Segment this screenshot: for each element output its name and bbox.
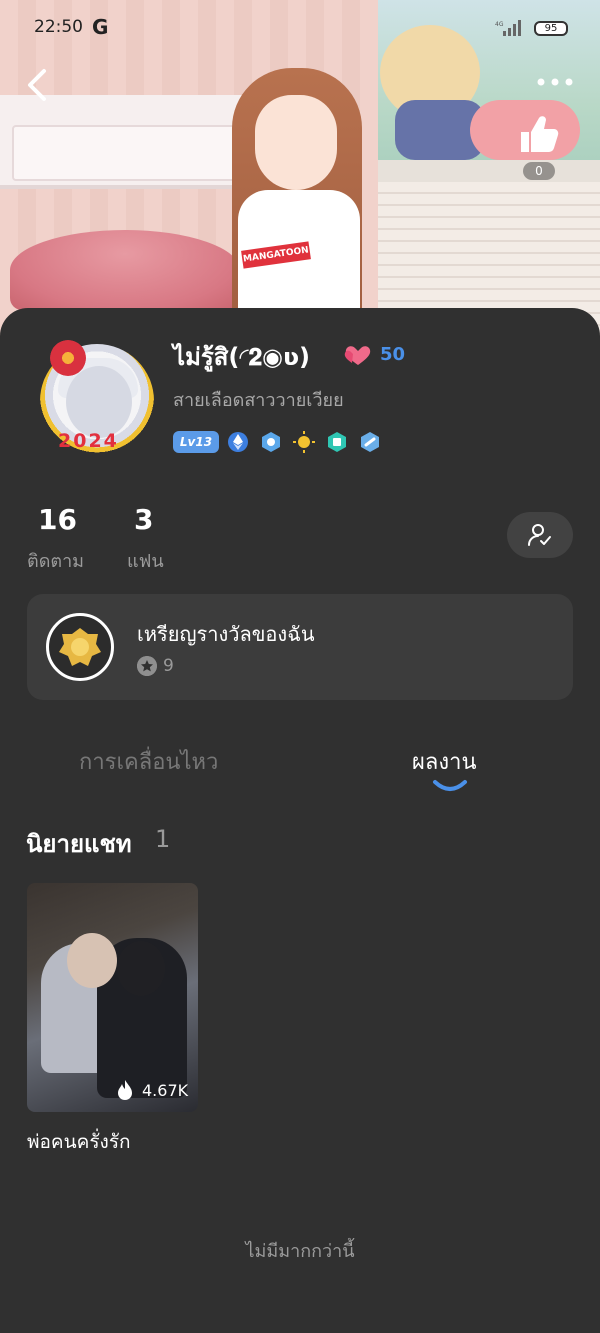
star-badge-icon (361, 432, 379, 452)
avatar-frame-year: 2024 (58, 430, 119, 452)
more-options-button[interactable] (535, 72, 575, 92)
signal-icon: 4G (495, 20, 521, 36)
work-title[interactable]: พ่อคนครั่งรัก (27, 1127, 131, 1157)
fire-icon (118, 1080, 132, 1100)
profile-panel (0, 308, 600, 1333)
status-bar: 22:50 G 4G 95 (0, 0, 600, 58)
thumbs-up-icon[interactable] (515, 110, 563, 158)
like-count: 0 (523, 162, 555, 180)
fans-count[interactable]: 3 (134, 503, 153, 536)
medals-title: เหรียญรางวัลของฉัน (137, 622, 315, 646)
battery-icon: 95 (534, 21, 568, 36)
book-badge-icon (328, 432, 346, 452)
fans-label[interactable]: แฟน (127, 546, 164, 575)
tab-works[interactable]: ผลงาน (412, 744, 477, 779)
section-count: 1 (155, 825, 171, 853)
heart-icon (344, 346, 371, 365)
follow-status-button[interactable] (507, 512, 573, 558)
back-button[interactable] (22, 65, 54, 105)
work-views: 4.67K (142, 1081, 189, 1100)
heart-count: 50 (380, 344, 406, 365)
star-icon (137, 656, 157, 676)
medals-count: 9 (163, 656, 174, 676)
shield-badge-icon (262, 432, 280, 452)
user-check-icon (528, 524, 551, 546)
google-icon: G (92, 15, 109, 39)
active-tab-indicator (433, 780, 467, 791)
following-count[interactable]: 16 (38, 503, 77, 536)
sun-badge-icon (293, 431, 315, 453)
profile-bio: สายเลือดสาววายเวียย (173, 390, 344, 411)
ethereum-badge-icon (228, 432, 248, 452)
level-badge: Lv13 (173, 431, 219, 453)
work-cover[interactable] (27, 883, 198, 1112)
status-time: 22:50 (34, 17, 83, 37)
end-of-list-text: ไม่มีมากกว่านี้ (245, 1241, 355, 1262)
avatar-face (66, 366, 132, 438)
avatar-frame-flower-icon (50, 340, 86, 376)
tab-activity[interactable]: การเคลื่อนไหว (79, 744, 218, 779)
medal-icon (46, 613, 114, 681)
username: ไม่รู้สิ(◜𝟐◉ʋ) (173, 343, 311, 371)
section-title: นิยายแชท (26, 830, 132, 858)
following-label[interactable]: ติดตาม (27, 546, 84, 575)
network-label: 4G (495, 21, 504, 28)
